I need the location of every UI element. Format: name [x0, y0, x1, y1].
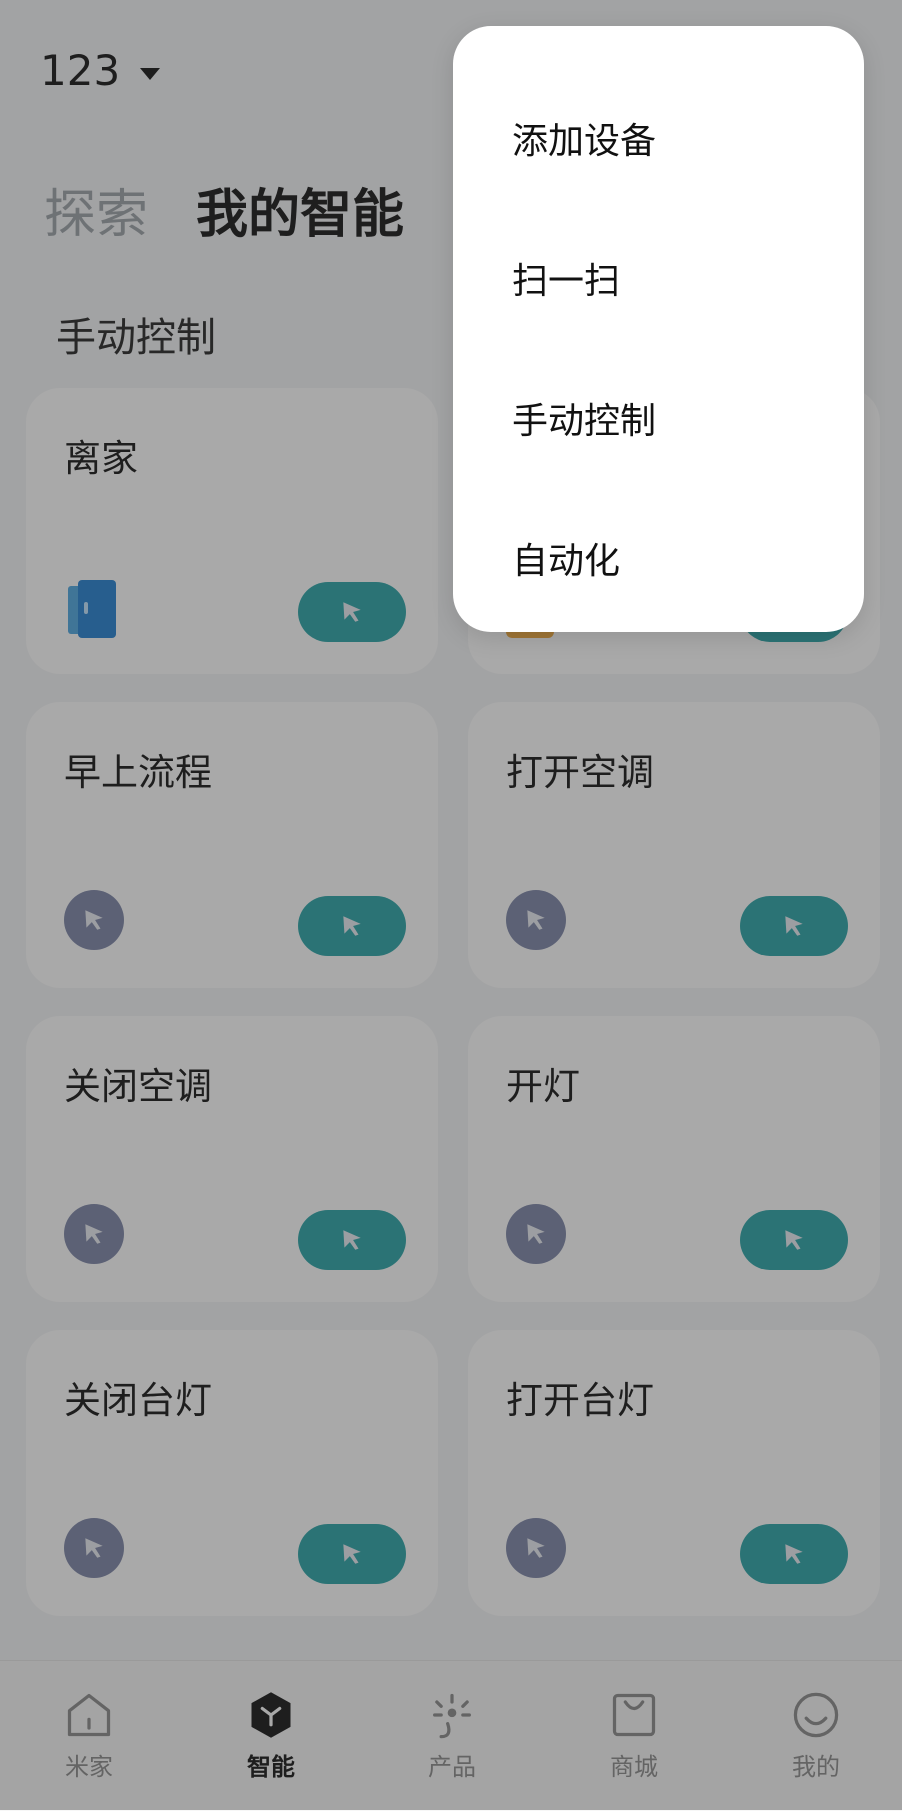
menu-item-automation[interactable]: 自动化 — [512, 532, 620, 584]
menu-item-add-device[interactable]: 添加设备 — [512, 112, 656, 164]
menu-item-scan[interactable]: 扫一扫 — [512, 252, 620, 304]
add-menu-popup: 添加设备 扫一扫 手动控制 自动化 — [453, 26, 864, 632]
menu-item-manual-control[interactable]: 手动控制 — [512, 392, 656, 444]
smart-page: 123 探索 我的智能 手动控制 离家 早上流程 打开空调 关闭空调 开灯 关闭… — [0, 0, 902, 1811]
